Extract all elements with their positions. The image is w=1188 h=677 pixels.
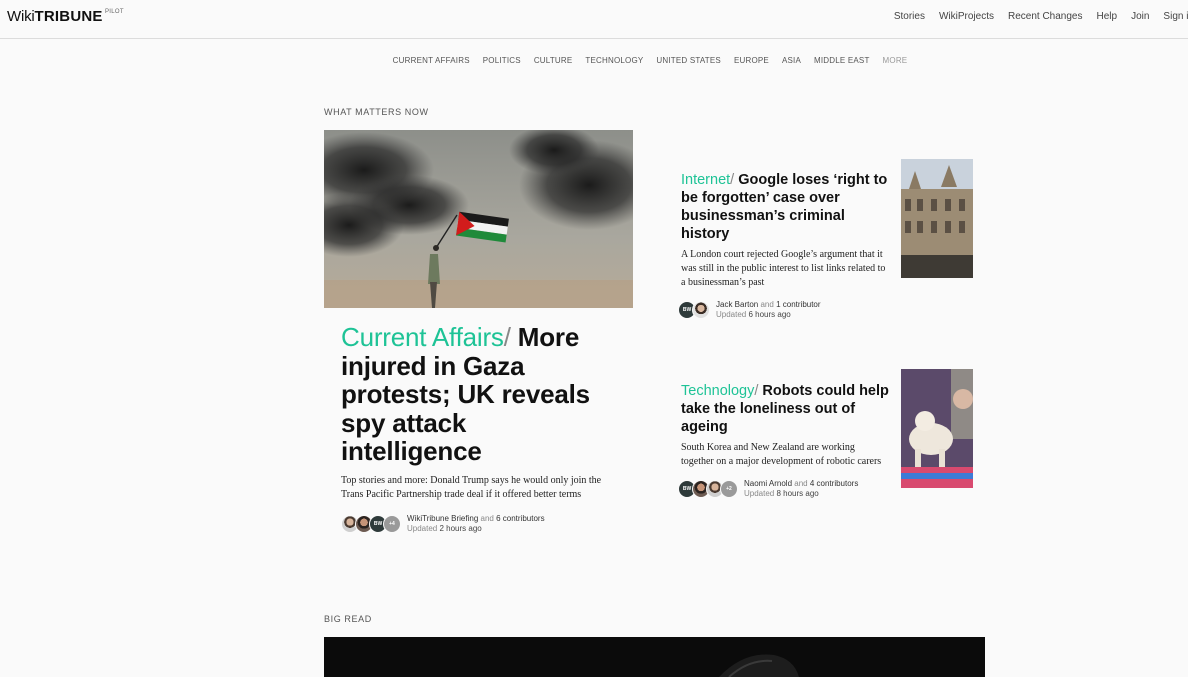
- site-logo[interactable]: WikiTRIBUNE PILOT: [7, 8, 124, 25]
- story-description: South Korea and New Zealand are working …: [681, 442, 882, 467]
- story-card-robots: Technology/ Robots could help take the l…: [678, 382, 891, 499]
- hero-headline[interactable]: Current Affairs/ More injured in Gaza pr…: [341, 323, 611, 466]
- section-technology[interactable]: TECHNOLOGY: [585, 56, 643, 65]
- section-politics[interactable]: POLITICS: [483, 56, 521, 65]
- section-navigation: CURRENT AFFAIRS POLITICS CULTURE TECHNOL…: [0, 56, 1188, 65]
- category-separator: /: [503, 322, 511, 352]
- story-headline[interactable]: Internet/ Google loses ‘right to be forg…: [681, 171, 891, 243]
- section-united-states[interactable]: UNITED STATES: [656, 56, 721, 65]
- section-asia[interactable]: ASIA: [782, 56, 801, 65]
- category-separator: /: [754, 383, 759, 399]
- hero-story-image[interactable]: [324, 130, 633, 308]
- updated-prefix: Updated: [407, 523, 438, 533]
- contributors-count[interactable]: 4 contributors: [810, 479, 858, 488]
- top-bar: WikiTRIBUNE PILOT Stories WikiProjects R…: [0, 0, 1188, 39]
- updated-time: 2 hours ago: [439, 523, 482, 533]
- contributor-avatars[interactable]: BW +4: [341, 514, 401, 533]
- section-current-affairs[interactable]: CURRENT AFFAIRS: [393, 56, 470, 65]
- logo-tribune: TRIBUNE: [34, 8, 103, 25]
- updated-time: 6 hours ago: [748, 310, 791, 319]
- nav-sign-in[interactable]: Sign in: [1163, 11, 1188, 22]
- category-separator: /: [730, 172, 735, 188]
- contributors-count[interactable]: 6 contributors: [496, 514, 544, 523]
- what-matters-label: WHAT MATTERS NOW: [324, 107, 429, 117]
- avatar-more-count: +2: [720, 480, 738, 498]
- author-name[interactable]: WikiTribune Briefing: [407, 514, 478, 523]
- story-card-google: Internet/ Google loses ‘right to be forg…: [678, 171, 891, 320]
- story-category[interactable]: Technology: [681, 383, 754, 399]
- nav-join[interactable]: Join: [1131, 11, 1149, 22]
- byline-text: Naomi Arnold and 4 contributors Updated …: [744, 479, 858, 499]
- and-text: and: [760, 300, 774, 309]
- contributor-avatars[interactable]: BW +2: [678, 480, 738, 498]
- author-name[interactable]: Jack Barton: [716, 300, 758, 309]
- nav-stories[interactable]: Stories: [894, 11, 925, 22]
- story-thumbnail-courthouse[interactable]: [901, 159, 973, 278]
- updated-prefix: Updated: [716, 310, 747, 319]
- hero-story: Current Affairs/ More injured in Gaza pr…: [341, 323, 611, 534]
- big-read-image[interactable]: [324, 637, 985, 677]
- updated-prefix: Updated: [744, 489, 775, 498]
- section-europe[interactable]: EUROPE: [734, 56, 769, 65]
- logo-wiki: Wiki: [7, 8, 35, 25]
- section-culture[interactable]: CULTURE: [534, 56, 573, 65]
- hero-byline: BW +4 WikiTribune Briefing and 6 contrib…: [341, 514, 611, 534]
- story-byline: BW Jack Barton and 1 contributor Updated…: [678, 300, 891, 320]
- story-headline[interactable]: Technology/ Robots could help take the l…: [681, 382, 891, 436]
- story-thumbnail-robot-dog[interactable]: [901, 369, 973, 488]
- nav-recent-changes[interactable]: Recent Changes: [1008, 11, 1083, 22]
- hero-description: Top stories and more: Donald Trump says …: [341, 474, 602, 500]
- story-byline: BW +2 Naomi Arnold and 4 contributors Up…: [678, 479, 891, 499]
- section-middle-east[interactable]: MIDDLE EAST: [814, 56, 870, 65]
- byline-text: WikiTribune Briefing and 6 contributors …: [407, 514, 545, 534]
- nav-wikiprojects[interactable]: WikiProjects: [939, 11, 994, 22]
- logo-pilot-badge: PILOT: [105, 9, 124, 15]
- nav-help[interactable]: Help: [1096, 11, 1117, 22]
- big-read-label: BIG READ: [324, 614, 372, 624]
- story-description: A London court rejected Google’s argumen…: [681, 249, 886, 288]
- byline-text: Jack Barton and 1 contributor Updated 6 …: [716, 300, 821, 320]
- avatar-more-count: +4: [383, 514, 401, 533]
- contributor-avatars[interactable]: BW: [678, 301, 710, 319]
- author-name[interactable]: Naomi Arnold: [744, 479, 792, 488]
- story-category[interactable]: Internet: [681, 172, 730, 188]
- updated-time: 8 hours ago: [776, 489, 819, 498]
- and-text: and: [480, 513, 494, 523]
- contributors-count[interactable]: 1 contributor: [776, 300, 820, 309]
- avatar: [692, 301, 710, 319]
- and-text: and: [794, 479, 808, 488]
- top-navigation: Stories WikiProjects Recent Changes Help…: [880, 11, 1188, 22]
- hero-category[interactable]: Current Affairs: [341, 322, 504, 352]
- section-more[interactable]: MORE: [883, 56, 908, 65]
